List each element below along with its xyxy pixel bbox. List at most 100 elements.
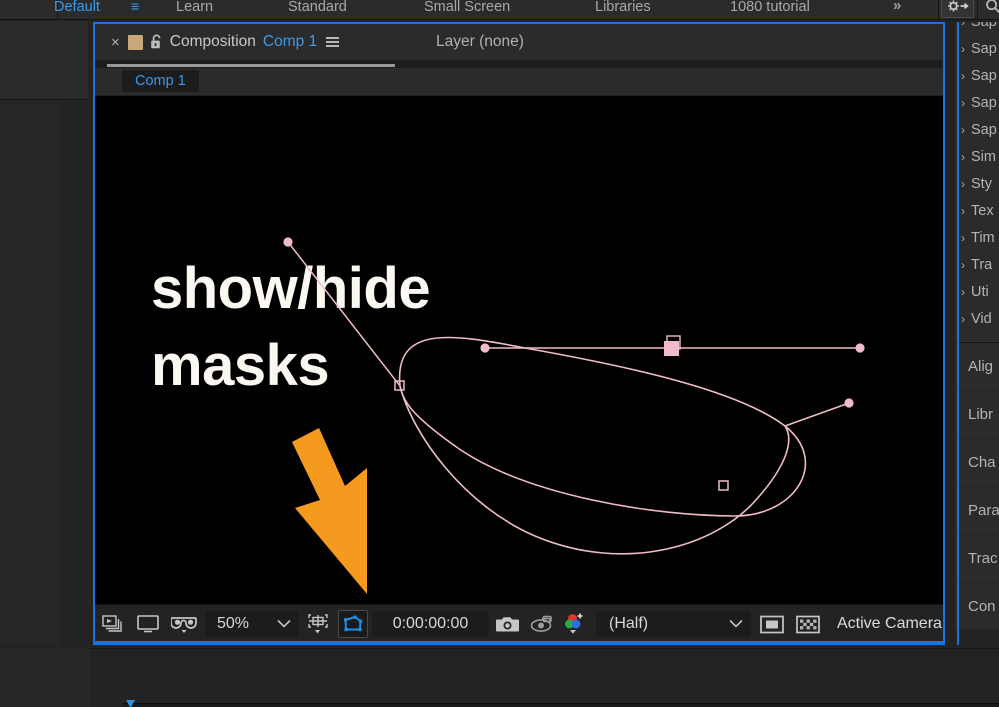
chevron-right-icon[interactable]: › xyxy=(961,150,965,164)
resolution-value: (Half) xyxy=(609,615,649,632)
workspace-tab-learn[interactable]: Learn xyxy=(176,0,213,18)
resolution-dropdown[interactable]: (Half) xyxy=(596,611,751,637)
workspace-tab-default[interactable]: Default xyxy=(54,0,100,18)
panel-focus-underline xyxy=(95,641,943,643)
project-panel-area[interactable] xyxy=(0,21,88,100)
timeline-panel[interactable] xyxy=(0,648,999,707)
composition-color-swatch xyxy=(127,34,143,50)
effects-category-row[interactable]: › Uti xyxy=(955,278,999,305)
collapsed-panel-tabs[interactable]: Alig Libr Cha Para Trac Con xyxy=(955,343,999,645)
effects-category-row[interactable]: › Sap xyxy=(955,116,999,143)
effects-category-label: Sap xyxy=(971,22,997,30)
show-snapshot-icon[interactable] xyxy=(525,605,558,644)
effects-category-label: Tra xyxy=(971,256,993,273)
roi-glyph xyxy=(760,615,784,633)
panel-tab-content-aware[interactable]: Con xyxy=(955,583,999,630)
effects-category-row[interactable]: › Tim xyxy=(955,224,999,251)
composition-tab[interactable]: × Composition Comp 1 xyxy=(105,24,345,60)
panel-tab-character[interactable]: Cha xyxy=(955,439,999,486)
effects-category-row[interactable]: › Sap xyxy=(955,62,999,89)
mask-path-glyph xyxy=(344,615,363,632)
effects-category-row[interactable]: › Sap xyxy=(955,22,999,35)
effects-category-label: Tim xyxy=(971,229,995,246)
panel-tab-align[interactable]: Alig xyxy=(955,343,999,390)
monitor-glyph xyxy=(136,615,159,633)
arrow-shape xyxy=(292,428,367,594)
effects-category-label: Tex xyxy=(971,202,994,219)
effects-category-label: Sap xyxy=(971,121,997,138)
preview-stack-glyph xyxy=(102,614,122,632)
search-icon[interactable] xyxy=(980,0,999,18)
chevron-right-icon[interactable]: › xyxy=(961,312,965,326)
timecode-value: 0:00:00:00 xyxy=(392,615,469,632)
effects-category-row[interactable]: › Tra xyxy=(955,251,999,278)
composition-panel: × Composition Comp 1 Layer (none) Comp 1 xyxy=(93,22,945,645)
camera-glyph xyxy=(496,617,519,632)
chevron-down-icon xyxy=(277,617,291,631)
3d-views-icon[interactable] xyxy=(165,605,202,644)
annotation-arrow xyxy=(292,428,367,594)
effects-category-label: Sap xyxy=(971,94,997,111)
workspace-settings-icon[interactable] xyxy=(941,0,974,18)
left-panel-gutter xyxy=(59,100,88,645)
toggle-transparency-grid-icon[interactable] xyxy=(790,605,826,644)
gear-arrow-icon xyxy=(947,0,969,12)
choose-grid-and-guide-options-icon[interactable] xyxy=(304,605,336,644)
effects-and-presets-panel[interactable]: › Sap › Sap › Sap › Sap › Sap › Sim › St… xyxy=(955,22,999,342)
toggle-mask-and-shape-path-visibility-icon[interactable] xyxy=(338,610,368,638)
workspace-overflow-icon[interactable]: » xyxy=(893,0,901,14)
breadcrumb[interactable]: Comp 1 xyxy=(122,70,199,92)
workspace-tab-1080-tutorial[interactable]: 1080 tutorial xyxy=(730,0,810,18)
effects-category-label: Uti xyxy=(971,283,989,300)
effects-category-row[interactable]: › Vid xyxy=(955,305,999,332)
effects-category-row[interactable]: › Sim xyxy=(955,143,999,170)
chevron-right-icon[interactable]: › xyxy=(961,204,965,218)
current-time-field[interactable]: 0:00:00:00 xyxy=(372,611,489,637)
main-viewer-icon[interactable] xyxy=(130,605,165,644)
camera-view-selector[interactable]: Active Camera xyxy=(837,615,942,633)
unlocked-lock-icon[interactable] xyxy=(150,34,163,50)
effects-category-label: Sim xyxy=(971,148,996,165)
composition-navigator-bar: Comp 1 xyxy=(95,68,943,95)
panel-menu-icon[interactable] xyxy=(326,37,340,47)
always-preview-this-view-icon[interactable] xyxy=(95,605,130,644)
app-window: Default ≡ Learn Standard Small Screen Li… xyxy=(0,0,999,707)
transparency-grid-glyph xyxy=(796,615,820,633)
panel-tab-paragraph[interactable]: Para xyxy=(955,487,999,534)
panel-tab-libraries[interactable]: Libr xyxy=(955,391,999,438)
panel-focus-edge xyxy=(957,22,959,645)
chevron-right-icon[interactable]: › xyxy=(961,231,965,245)
take-snapshot-icon[interactable] xyxy=(491,605,525,644)
chevron-right-icon[interactable]: › xyxy=(961,285,965,299)
3d-glasses-glyph xyxy=(170,617,197,633)
chevron-right-icon[interactable]: › xyxy=(961,96,965,110)
time-marker-icon[interactable] xyxy=(126,700,135,707)
workspace-tab-libraries[interactable]: Libraries xyxy=(595,0,651,18)
composition-tab-bar: × Composition Comp 1 Layer (none) xyxy=(95,24,943,67)
workspace-tab-standard[interactable]: Standard xyxy=(288,0,347,18)
region-of-interest-icon[interactable] xyxy=(754,605,790,644)
composition-viewer-canvas[interactable]: show/hide masks xyxy=(95,96,943,632)
zoom-level-dropdown[interactable]: 50% xyxy=(205,611,299,637)
chevron-right-icon[interactable]: › xyxy=(961,177,965,191)
effects-category-label: Sap xyxy=(971,40,997,57)
effects-category-row[interactable]: › Tex xyxy=(955,197,999,224)
effects-category-row[interactable]: › Sty xyxy=(955,170,999,197)
snapshot-eye-glyph xyxy=(530,615,552,632)
panel-tab-tracker[interactable]: Trac xyxy=(955,535,999,582)
effects-category-row[interactable]: › Sap xyxy=(955,89,999,116)
workspace-tab-small-screen[interactable]: Small Screen xyxy=(424,0,510,18)
chevron-right-icon[interactable]: › xyxy=(961,22,965,29)
timeline-ruler[interactable] xyxy=(123,703,999,707)
chevron-right-icon[interactable]: › xyxy=(961,42,965,56)
close-icon[interactable]: × xyxy=(111,35,120,50)
workspace-menu-icon[interactable]: ≡ xyxy=(131,0,139,14)
show-channel-icon[interactable] xyxy=(558,605,594,644)
zoom-level-value: 50% xyxy=(217,615,250,632)
chevron-right-icon[interactable]: › xyxy=(961,258,965,272)
chevron-right-icon[interactable]: › xyxy=(961,123,965,137)
chevron-right-icon[interactable]: › xyxy=(961,69,965,83)
layer-panel-tab[interactable]: Layer (none) xyxy=(436,24,524,60)
timeline-left-gutter xyxy=(0,648,90,707)
effects-category-row[interactable]: › Sap xyxy=(955,35,999,62)
